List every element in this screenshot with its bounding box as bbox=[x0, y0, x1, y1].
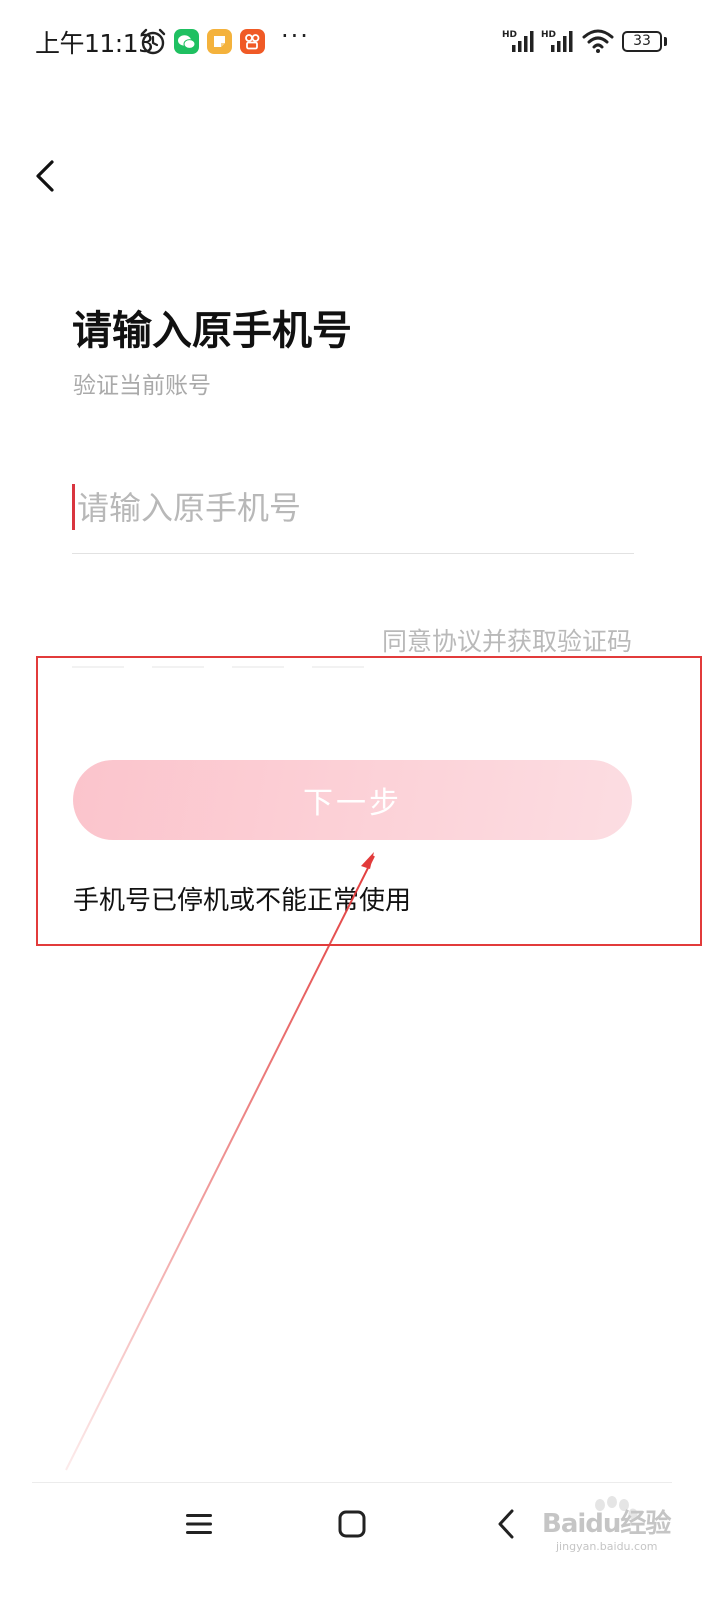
kuaishou-icon bbox=[240, 29, 265, 54]
alarm-clock-icon bbox=[140, 28, 166, 55]
cellular-signal-2-icon: HD bbox=[541, 30, 573, 52]
wechat-icon bbox=[174, 29, 199, 54]
recent-apps-button[interactable] bbox=[183, 1508, 215, 1540]
home-button[interactable] bbox=[336, 1508, 368, 1540]
code-slot bbox=[152, 666, 204, 668]
page-subtitle: 验证当前账号 bbox=[73, 373, 211, 399]
more-notifications-icon: ··· bbox=[281, 22, 310, 50]
svg-text:HD: HD bbox=[541, 30, 556, 40]
watermark-text: Baidu经验 bbox=[542, 1509, 671, 1539]
battery-level: 33 bbox=[622, 31, 662, 52]
cellular-signal-icon: HD bbox=[502, 30, 534, 52]
battery-tip bbox=[664, 37, 667, 46]
get-verification-code-link[interactable]: 同意协议并获取验证码 bbox=[382, 622, 632, 658]
text-cursor bbox=[72, 484, 75, 530]
code-slot bbox=[72, 666, 124, 668]
status-bar: 上午11:13 ··· HD HD 33 bbox=[0, 0, 720, 84]
svg-text:HD: HD bbox=[502, 30, 517, 40]
verification-code-slots[interactable] bbox=[72, 666, 364, 668]
wifi-icon bbox=[582, 29, 614, 53]
screen: 上午11:13 ··· HD HD 33 请输入原手机号 验证当前账号 请输入原… bbox=[0, 0, 720, 1600]
phone-number-input[interactable] bbox=[77, 478, 627, 538]
next-step-button[interactable]: 下一步 bbox=[73, 760, 632, 840]
phone-unavailable-link[interactable]: 手机号已停机或不能正常使用 bbox=[73, 880, 411, 917]
phone-input-field bbox=[72, 478, 634, 554]
code-slot bbox=[232, 666, 284, 668]
watermark-url: jingyan.baidu.com bbox=[556, 1540, 658, 1553]
page-title: 请输入原手机号 bbox=[72, 308, 352, 354]
system-back-button[interactable] bbox=[492, 1506, 520, 1542]
status-time: 上午11:13 bbox=[35, 29, 154, 58]
code-slot bbox=[312, 666, 364, 668]
back-button[interactable] bbox=[28, 152, 68, 200]
nav-divider bbox=[32, 1482, 672, 1483]
notes-app-icon bbox=[207, 29, 232, 54]
